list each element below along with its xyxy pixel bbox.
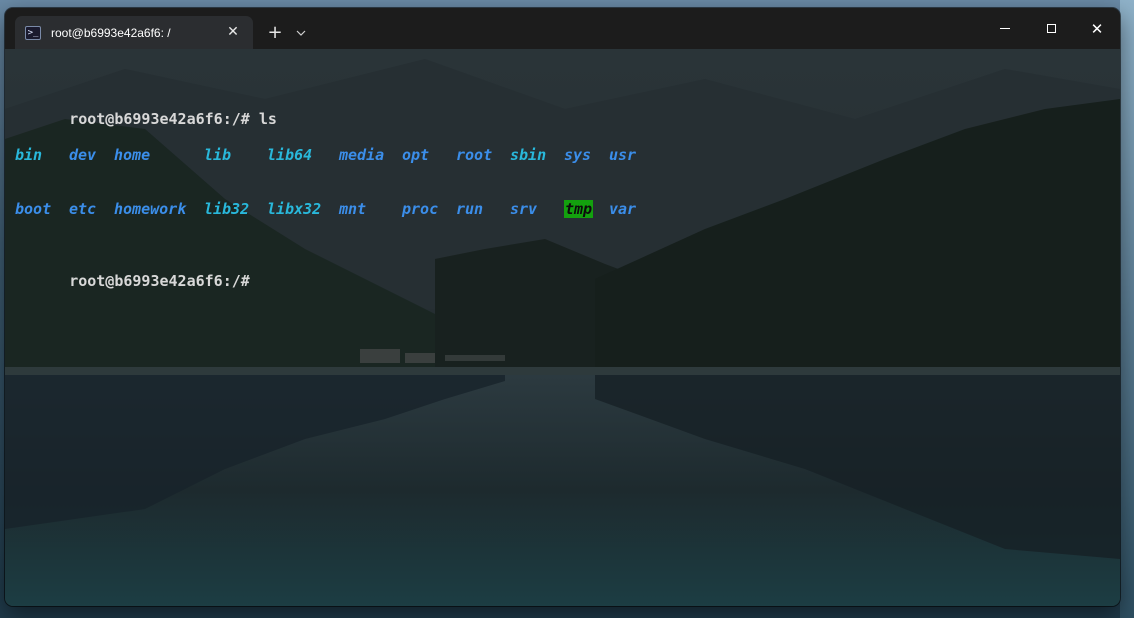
ls-entry-run: run — [456, 200, 484, 218]
tab-title: root@b6993e42a6f6: / — [51, 25, 171, 40]
desktop-background — [1120, 0, 1134, 618]
chevron-down-icon[interactable] — [289, 16, 313, 49]
ls-output-row: bin dev home lib lib64 media opt root sbin sys usr — [15, 146, 636, 164]
close-icon: ✕ — [1090, 19, 1104, 38]
prompt: root@b6993e42a6f6:/# — [69, 272, 250, 290]
ls-entry-libx32: libx32 — [267, 200, 322, 218]
minimize-icon — [1000, 28, 1010, 29]
ls-entry-lib64: lib64 — [267, 146, 313, 164]
close-window-button[interactable]: ✕ — [1074, 8, 1120, 49]
ls-entry-sys: sys — [564, 146, 592, 164]
ls-entry-tmp: tmp — [564, 200, 594, 218]
ls-entry-usr: usr — [609, 146, 637, 164]
ls-entry-mnt: mnt — [339, 200, 367, 218]
title-bar: >_ root@b6993e42a6f6: / ✕ + ✕ — [5, 8, 1120, 49]
minimize-button[interactable] — [982, 8, 1028, 49]
ls-entry-root: root — [456, 146, 493, 164]
ls-entry-dev: dev — [69, 146, 97, 164]
ls-entry-lib: lib — [204, 146, 232, 164]
ls-entry-home: home — [114, 146, 151, 164]
close-tab-icon[interactable]: ✕ — [225, 24, 241, 40]
ls-entry-etc: etc — [69, 200, 97, 218]
terminal-tab[interactable]: >_ root@b6993e42a6f6: / ✕ — [15, 16, 253, 49]
window-controls: ✕ — [982, 8, 1120, 49]
ls-entry-opt: opt — [402, 146, 430, 164]
powershell-icon: >_ — [25, 25, 41, 40]
ls-entry-homework: homework — [114, 200, 187, 218]
maximize-button[interactable] — [1028, 8, 1074, 49]
ls-entry-boot: boot — [15, 200, 52, 218]
terminal-output[interactable]: root@b6993e42a6f6:/# ls bin dev home lib lib… — [15, 56, 636, 308]
ls-entry-srv: srv — [510, 200, 538, 218]
ls-output-row: boot etc homework lib32 libx32 mnt proc run srv t… — [15, 200, 636, 218]
command-text: ls — [258, 110, 277, 128]
ls-entry-bin: bin — [15, 146, 43, 164]
ls-entry-media: media — [339, 146, 385, 164]
new-tab-button[interactable]: + — [261, 16, 289, 49]
terminal-window: >_ root@b6993e42a6f6: / ✕ + ✕ root@b6993… — [5, 8, 1120, 606]
prompt-line: root@b6993e42a6f6:/# — [15, 254, 277, 290]
ls-entry-proc: proc — [402, 200, 439, 218]
ls-entry-lib32: lib32 — [204, 200, 250, 218]
ls-entry-sbin: sbin — [510, 146, 547, 164]
ls-entry-var: var — [609, 200, 637, 218]
maximize-icon — [1046, 24, 1056, 33]
prompt: root@b6993e42a6f6:/# — [69, 110, 250, 128]
command-line: root@b6993e42a6f6:/# ls — [15, 92, 277, 128]
